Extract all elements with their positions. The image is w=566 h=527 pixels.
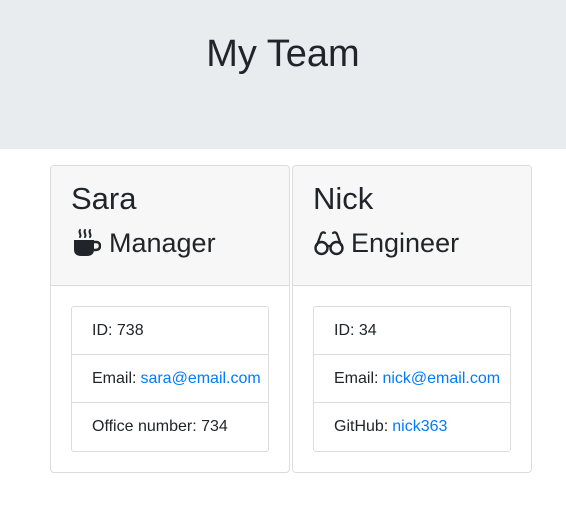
detail-label: ID: 738 xyxy=(92,321,144,339)
team-cards: Sara Manager ID: 738 Email: sara@email.c… xyxy=(50,165,532,473)
detail-id: ID: 738 xyxy=(72,307,268,355)
role-label: Engineer xyxy=(351,228,460,258)
detail-email: Email: sara@email.com xyxy=(72,355,268,403)
detail-label: GitHub: xyxy=(334,418,389,435)
page-title: My Team xyxy=(206,33,360,75)
card-body: ID: 34 Email: nick@email.com GitHub: nic… xyxy=(293,286,531,472)
employee-name: Nick xyxy=(313,181,374,216)
glasses-icon xyxy=(313,228,345,258)
employee-role: Manager xyxy=(71,226,269,260)
coffee-icon xyxy=(71,228,103,258)
detail-label: Email: xyxy=(334,369,379,387)
card-header: Sara Manager xyxy=(51,166,289,286)
email-link[interactable]: nick@email.com xyxy=(382,370,500,388)
detail-label: Office number: 734 xyxy=(92,418,228,435)
detail-github: GitHub: nick363 xyxy=(314,403,510,451)
employee-card-nick: Nick Engineer ID: 34 Email: nick@email.c… xyxy=(292,165,532,473)
email-link[interactable]: sara@email.com xyxy=(140,370,260,388)
card-header: Nick Engineer xyxy=(293,166,531,286)
detail-office-number: Office number: 734 xyxy=(72,403,268,451)
role-label: Manager xyxy=(109,228,216,258)
employee-card-sara: Sara Manager ID: 738 Email: sara@email.c… xyxy=(50,165,290,473)
detail-label: ID: 34 xyxy=(334,321,377,339)
card-body: ID: 738 Email: sara@email.com Office num… xyxy=(51,286,289,472)
detail-label: Email: xyxy=(92,369,137,387)
detail-email: Email: nick@email.com xyxy=(314,355,510,403)
page-header: My Team xyxy=(0,0,566,149)
detail-id: ID: 34 xyxy=(314,307,510,355)
employee-name: Sara xyxy=(71,181,137,216)
github-link[interactable]: nick363 xyxy=(392,418,447,436)
details-list: ID: 738 Email: sara@email.com Office num… xyxy=(71,306,269,452)
employee-role: Engineer xyxy=(313,226,511,260)
details-list: ID: 34 Email: nick@email.com GitHub: nic… xyxy=(313,306,511,452)
